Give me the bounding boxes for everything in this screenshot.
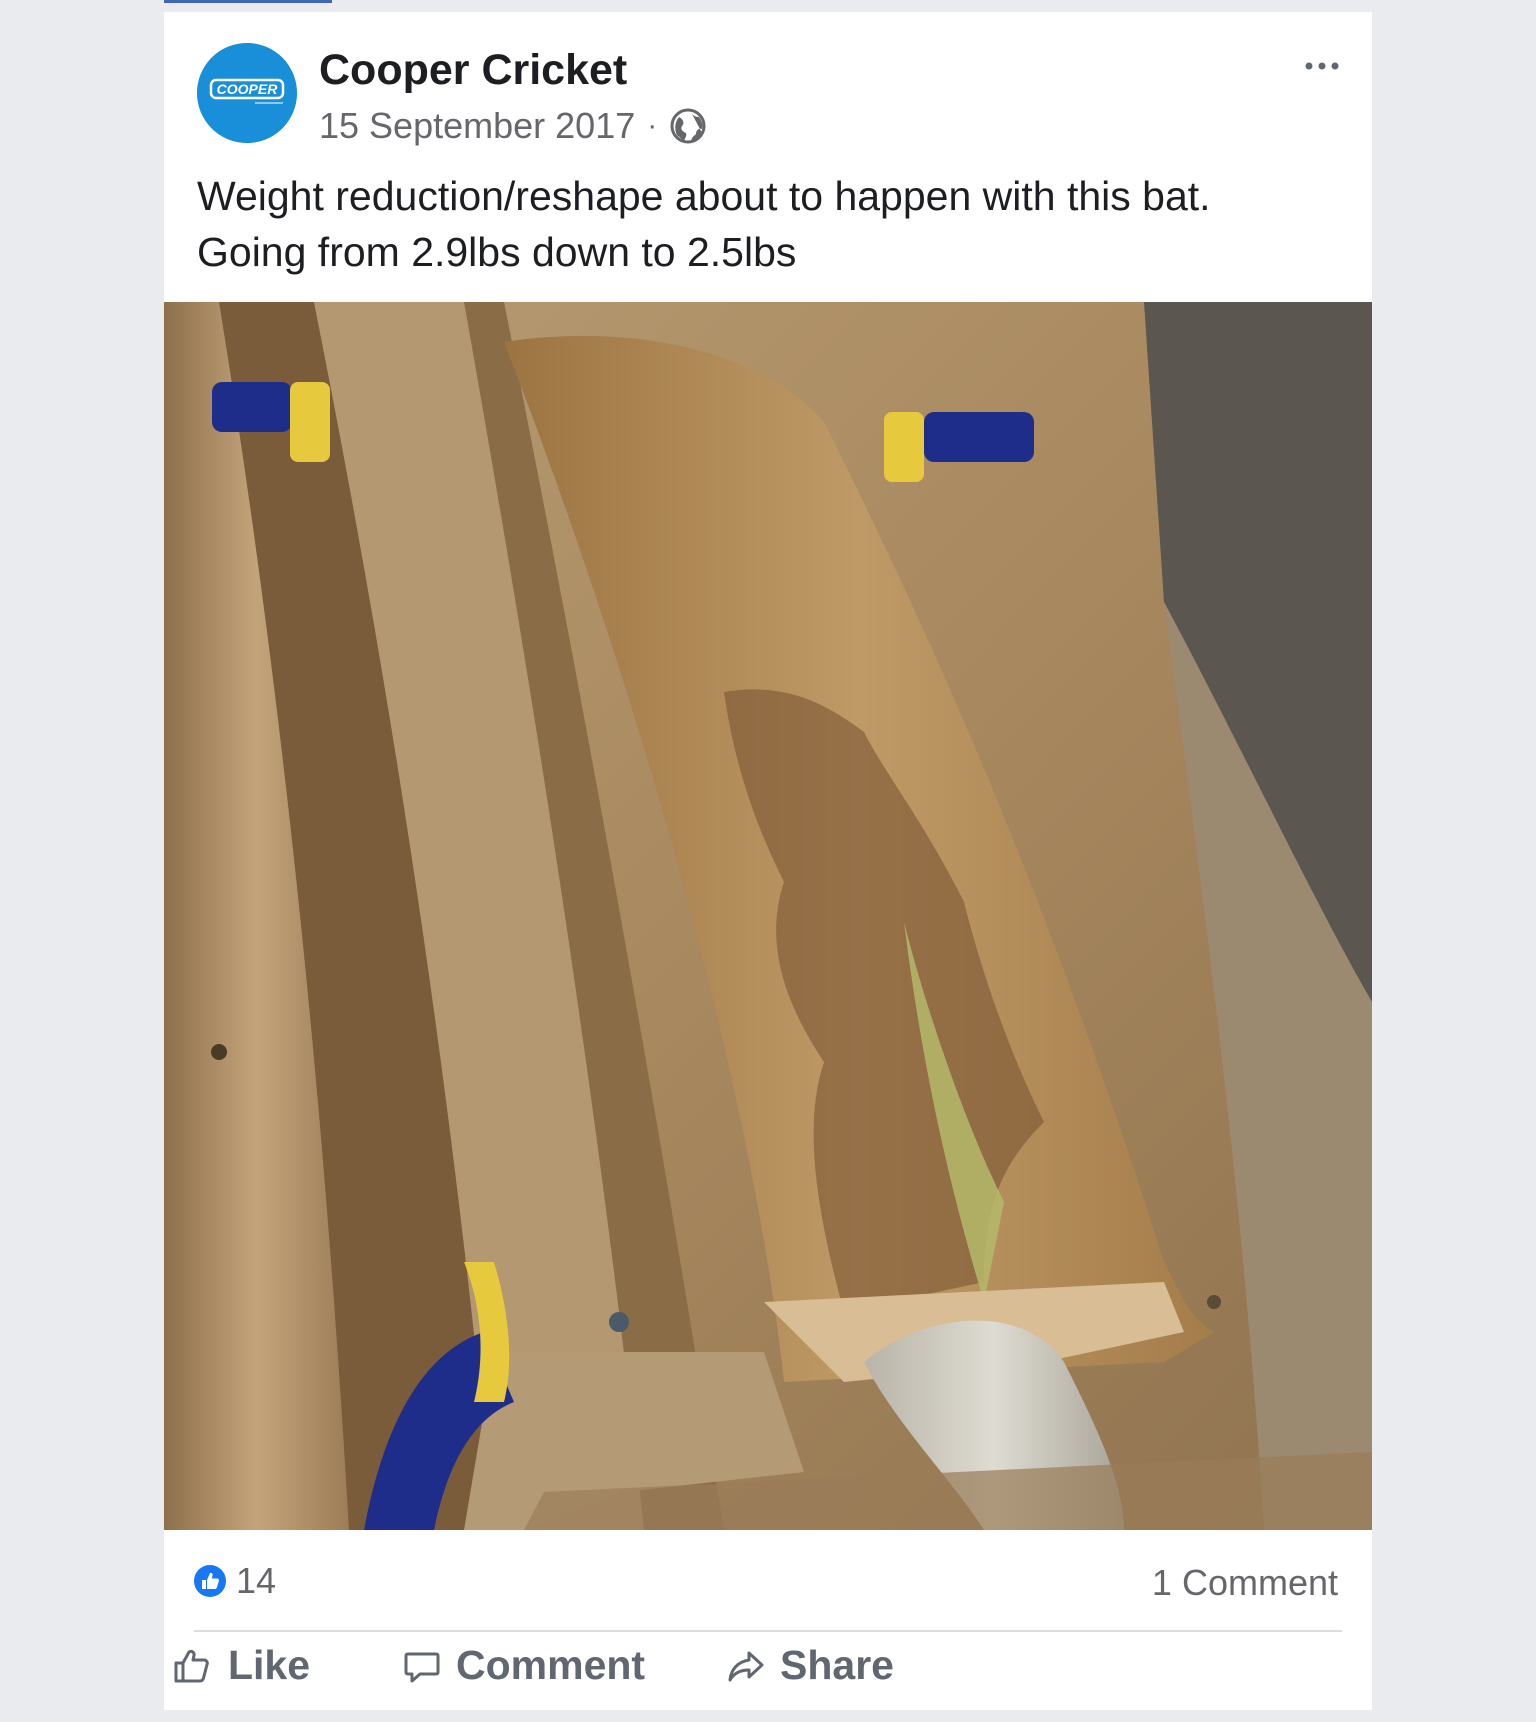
thumbs-up-icon <box>174 1649 209 1682</box>
post-card: COOPER Cooper Cricket 15 September 2017 … <box>164 12 1372 1710</box>
cooper-logo: COOPER <box>197 43 297 143</box>
like-button-label: Like <box>228 1642 311 1688</box>
post-date[interactable]: 15 September 2017 <box>319 105 635 147</box>
page-name-link[interactable]: Cooper Cricket <box>319 46 627 95</box>
actions-divider <box>194 1630 1342 1632</box>
like-button[interactable]: Like <box>172 1642 310 1689</box>
like-reaction-icon <box>194 1565 226 1597</box>
post-meta: 15 September 2017 · <box>319 105 707 147</box>
comment-button[interactable]: Comment <box>402 1642 645 1689</box>
more-options-icon[interactable] <box>1302 54 1342 78</box>
top-tab-indicator <box>164 0 332 3</box>
page-avatar[interactable]: COOPER <box>197 43 297 143</box>
logo-text: COOPER <box>217 81 279 97</box>
post-actions-bar: Like Comment Share <box>164 1642 1372 1706</box>
post-photo[interactable] <box>164 302 1372 1530</box>
like-count: 14 <box>236 1560 277 1601</box>
meta-separator: · <box>647 109 658 142</box>
share-button-label: Share <box>780 1642 894 1688</box>
share-arrow-icon <box>728 1651 764 1681</box>
post-text-line-1: Weight reduction/reshape about to happen… <box>197 173 1211 219</box>
share-button[interactable]: Share <box>726 1642 894 1689</box>
comment-bubble-icon <box>404 1652 440 1682</box>
globe-icon[interactable] <box>669 107 707 145</box>
post-text: Weight reduction/reshape about to happen… <box>197 168 1347 280</box>
post-text-line-2: Going from 2.9lbs down to 2.5lbs <box>197 229 797 275</box>
comment-count-link[interactable]: 1 Comment <box>1152 1562 1338 1604</box>
reactions-summary[interactable]: 14 <box>194 1560 276 1602</box>
comment-button-label: Comment <box>456 1642 646 1688</box>
